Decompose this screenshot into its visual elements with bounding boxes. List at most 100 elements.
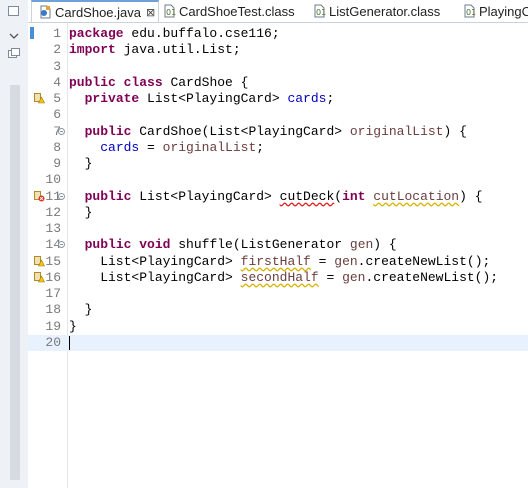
line-number: 20 — [45, 334, 61, 350]
code-token: CardShoe(List<PlayingCard> — [131, 123, 350, 139]
line-number: 9 — [53, 156, 61, 171]
code-token: gen — [342, 269, 366, 285]
code-token: ( — [334, 188, 343, 204]
fold-toggle-icon[interactable] — [58, 127, 65, 135]
code-line[interactable]: 16 List<PlayingCard> secondHalf = gen.cr… — [28, 270, 528, 286]
code-token: java.util.List; — [115, 42, 241, 58]
code-line[interactable]: 19} — [28, 319, 528, 335]
code-text: List<PlayingCard> firstHalf = gen.create… — [69, 254, 490, 270]
tab-cardshoetest-class[interactable]: 01 CardShoeTest.class — [162, 0, 295, 22]
code-token: gen — [349, 237, 374, 253]
error-marker-icon[interactable] — [34, 190, 45, 202]
code-token: public — [84, 123, 132, 139]
line-number: 13 — [45, 221, 61, 236]
code-line[interactable]: 3 — [28, 59, 528, 75]
tab-label: CardShoeTest.class — [179, 3, 295, 19]
code-line[interactable]: 4 public class CardShoe { — [28, 75, 528, 91]
code-token: ) { — [459, 188, 483, 204]
code-token: public — [69, 74, 116, 90]
tab-playingcard-class[interactable]: 01 PlayingC — [462, 0, 528, 22]
class-file-icon: 01 — [312, 4, 326, 18]
code-token: originalList — [349, 123, 444, 139]
code-token: .createNewList(); — [365, 269, 499, 285]
code-line[interactable]: 8 cards = originalList; — [28, 140, 528, 156]
line-number: 3 — [53, 58, 61, 74]
side-scrollbar[interactable] — [10, 85, 20, 480]
code-line[interactable]: 20 — [28, 334, 528, 351]
java-file-icon — [38, 5, 52, 19]
code-line[interactable]: 2 import java.util.List; — [28, 42, 528, 58]
code-line[interactable]: 18 } — [28, 302, 528, 318]
line-number: 19 — [45, 318, 61, 334]
code-line[interactable]: 6 — [28, 107, 528, 123]
code-token: private — [84, 91, 140, 106]
code-line[interactable]: 13 — [28, 221, 528, 237]
view-menu-chevron-icon[interactable] — [9, 27, 19, 39]
code-line[interactable]: 12 } — [28, 205, 528, 221]
code-token: = — [310, 253, 335, 269]
close-tab-icon[interactable]: ⊠ — [146, 6, 155, 19]
code-token: public — [84, 237, 132, 253]
left-side-strip — [0, 6, 28, 488]
code-token: } — [69, 156, 93, 171]
class-file-icon: 01 — [162, 4, 176, 18]
code-token: List<PlayingCard> — [131, 188, 280, 204]
code-token: class — [123, 74, 163, 90]
code-token: cards — [100, 139, 140, 155]
code-token: void — [139, 237, 171, 253]
code-token: secondHalf — [240, 269, 319, 285]
code-token: public — [84, 188, 132, 204]
code-line[interactable]: 14 public void shuffle(ListGenerator gen… — [28, 237, 528, 253]
warning-marker-icon[interactable] — [34, 271, 45, 283]
code-token: firstHalf — [240, 253, 311, 269]
code-token: ; — [326, 91, 335, 106]
tab-listgenerator-class[interactable]: 01 ListGenerator.class — [312, 0, 440, 22]
code-text: } — [69, 302, 93, 318]
code-line[interactable]: 15 List<PlayingCard> firstHalf = gen.cre… — [28, 254, 528, 270]
code-line[interactable]: 10 — [28, 172, 528, 188]
code-text: List<PlayingCard> secondHalf = gen.creat… — [69, 270, 498, 286]
minimize-icon[interactable] — [8, 6, 19, 16]
code-editor[interactable]: 1 package edu.buffalo.cse116; 2 import java… — [28, 26, 528, 351]
code-line[interactable]: 17 — [28, 286, 528, 302]
tab-label: ListGenerator.class — [329, 3, 441, 19]
fold-toggle-icon[interactable] — [58, 192, 65, 200]
code-text: } — [69, 156, 93, 172]
code-token: import — [69, 42, 116, 58]
code-line[interactable]: 9 } — [28, 156, 528, 172]
code-line[interactable]: 7 public CardShoe(List<PlayingCard> orig… — [28, 124, 528, 140]
line-number: 1 — [53, 26, 61, 41]
tab-cardshoe-java[interactable]: CardShoe.java ⊠ — [31, 0, 159, 22]
warning-marker-icon[interactable] — [34, 93, 45, 104]
code-line[interactable]: 1 package edu.buffalo.cse116; — [28, 26, 528, 42]
line-number: 14 — [45, 237, 61, 253]
fold-toggle-icon[interactable] — [58, 241, 65, 249]
line-number: 2 — [53, 42, 61, 58]
restore-icon[interactable] — [8, 45, 20, 58]
code-token: cards — [287, 91, 327, 106]
code-line[interactable]: 11 public List<PlayingCard> cutDeck(int … — [28, 189, 528, 205]
code-token: CardShoe { — [162, 74, 249, 90]
code-line[interactable]: 5 private List<PlayingCard> cards; — [28, 91, 528, 107]
text-caret — [69, 335, 70, 350]
tab-label: CardShoe.java — [55, 4, 141, 20]
code-token: shuffle(ListGenerator — [170, 237, 350, 253]
code-text: public CardShoe(List<PlayingCard> origin… — [69, 124, 467, 140]
code-text: public void shuffle(ListGenerator gen) { — [69, 237, 397, 253]
code-token: edu.buffalo.cse116; — [123, 26, 280, 41]
code-text: package edu.buffalo.cse116; — [69, 26, 280, 42]
code-token: = — [139, 139, 163, 155]
code-text: import java.util.List; — [69, 42, 241, 58]
editor-tab-bar: CardShoe.java ⊠ 01 CardShoeTest.class 01… — [0, 0, 528, 23]
warning-marker-icon[interactable] — [34, 255, 45, 267]
line-number: 10 — [45, 172, 61, 188]
code-token: ) { — [373, 237, 397, 253]
svg-text:01: 01 — [166, 8, 176, 17]
svg-text:01: 01 — [316, 8, 326, 17]
class-file-icon: 01 — [462, 4, 476, 18]
